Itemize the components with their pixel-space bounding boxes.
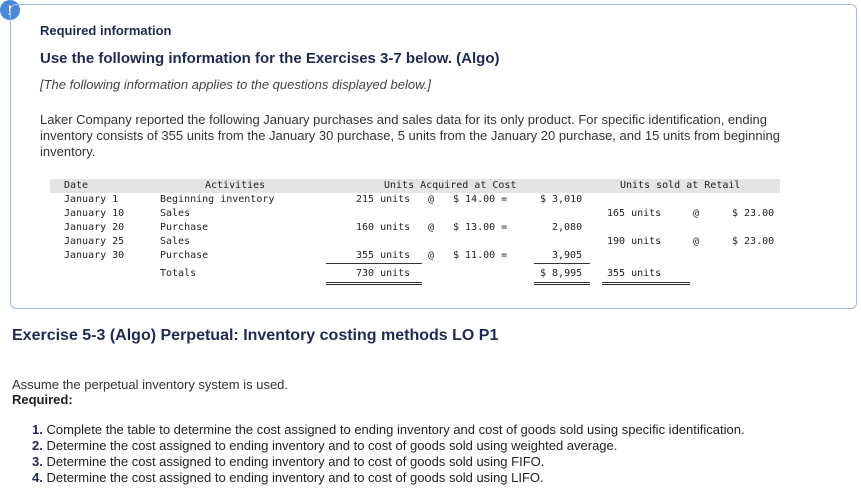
applies-note: [The following information applies to th… (40, 77, 431, 92)
exercise-title: Exercise 5-3 (Algo) Perpetual: Inventory… (12, 327, 499, 344)
use-following-heading: Use the following information for the Ex… (40, 50, 500, 67)
row-acq-units: 160 units (356, 222, 411, 233)
inventory-data-table: Date Activities Units Acquired at Cost U… (50, 179, 780, 291)
totals-double-underline (534, 284, 590, 285)
totals-double-underline (534, 282, 590, 283)
row-sold-price: $ 23.00 (732, 208, 775, 219)
list-item: 4. Determine the cost assigned to ending… (32, 470, 745, 486)
row-acq-cost: $ 13.00 = (453, 222, 508, 233)
acq-units-underline (326, 263, 422, 264)
item-text: Determine the cost assigned to ending in… (46, 438, 618, 453)
totals-double-underline (326, 284, 422, 285)
row-date: January 30 (64, 250, 125, 261)
row-sold-at: @ (693, 208, 700, 219)
row-acq-at: @ (428, 222, 435, 233)
header-units-sold: Units sold at Retail (620, 180, 741, 191)
totals-double-underline (326, 282, 422, 283)
row-activity: Sales (160, 208, 191, 219)
header-units-acquired: Units Acquired at Cost (384, 180, 517, 191)
row-activity: Sales (160, 236, 191, 247)
row-acq-total: $ 3,010 (540, 194, 583, 205)
acq-total-underline (534, 263, 590, 264)
item-text: Determine the cost assigned to ending in… (46, 454, 545, 469)
item-number: 4. (32, 470, 43, 485)
row-date: January 10 (64, 208, 125, 219)
row-acq-total: 2,080 (552, 222, 583, 233)
row-sold-price: $ 23.00 (732, 236, 775, 247)
row-date: January 25 (64, 236, 125, 247)
list-item: 1. Complete the table to determine the c… (32, 422, 745, 438)
row-acq-at: @ (428, 250, 435, 261)
item-number: 3. (32, 454, 43, 469)
row-acq-cost: $ 11.00 = (453, 250, 508, 261)
row-activity: Purchase (160, 222, 209, 233)
row-date: January 20 (64, 222, 125, 233)
totals-acq-units: 730 units (356, 268, 411, 279)
list-item: 2. Determine the cost assigned to ending… (32, 438, 745, 454)
totals-double-underline (602, 282, 690, 283)
list-item: 3. Determine the cost assigned to ending… (32, 454, 745, 470)
row-activity: Purchase (160, 250, 209, 261)
totals-sold-units: 355 units (607, 268, 662, 279)
row-acq-cost: $ 14.00 = (453, 194, 508, 205)
row-sold-at: @ (693, 236, 700, 247)
row-acq-units: 355 units (356, 250, 411, 261)
totals-label: Totals (160, 268, 197, 279)
requirements-list: 1. Complete the table to determine the c… (32, 422, 745, 486)
item-number: 2. (32, 438, 43, 453)
totals-acq-total: $ 8,995 (540, 268, 583, 279)
row-acq-total: 3,905 (552, 250, 583, 261)
row-acq-at: @ (428, 194, 435, 205)
row-sold-units: 165 units (607, 208, 662, 219)
intro-paragraph: Laker Company reported the following Jan… (40, 112, 780, 159)
assumption-text: Assume the perpetual inventory system is… (12, 377, 289, 392)
required-label: Required: (12, 392, 73, 407)
required-information-heading: Required information (40, 23, 172, 38)
row-date: January 1 (64, 194, 119, 205)
item-text: Determine the cost assigned to ending in… (46, 470, 544, 485)
totals-double-underline (602, 284, 690, 285)
header-date: Date (64, 180, 89, 191)
item-number: 1. (32, 422, 43, 437)
row-activity: Beginning inventory (160, 194, 275, 205)
row-sold-units: 190 units (607, 236, 662, 247)
header-activities: Activities (205, 180, 266, 191)
item-text: Complete the table to determine the cost… (46, 422, 745, 437)
row-acq-units: 215 units (356, 194, 411, 205)
